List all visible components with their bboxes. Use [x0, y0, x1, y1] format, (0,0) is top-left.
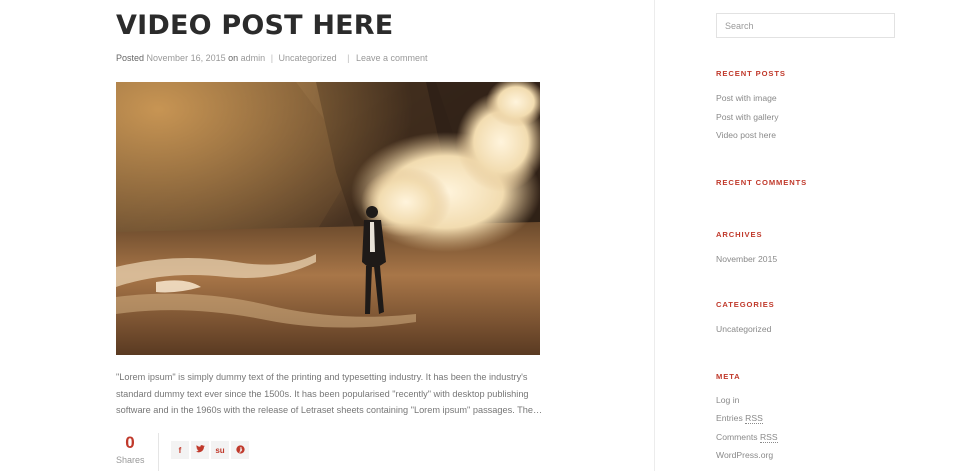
facebook-share-button[interactable]: f	[171, 441, 189, 459]
post-excerpt: "Lorem ipsum" is simply dummy text of th…	[116, 372, 543, 415]
meta-title: META	[716, 372, 741, 381]
twitter-icon	[195, 445, 205, 455]
wordpress-org-link[interactable]: WordPress.org	[716, 450, 773, 460]
twitter-share-button[interactable]	[191, 441, 209, 459]
post-date[interactable]: November 16, 2015	[147, 53, 226, 63]
recent-post-link[interactable]: Post with image	[716, 93, 777, 103]
recent-post-link[interactable]: Post with gallery	[716, 112, 779, 122]
entries-rss-link[interactable]: Entries RSS	[716, 413, 763, 424]
share-label: Shares	[116, 455, 145, 465]
share-divider	[158, 433, 159, 471]
leave-comment-link[interactable]: Leave a comment	[356, 53, 428, 63]
share-count: 0	[125, 433, 135, 452]
meta-separator: |	[270, 53, 274, 63]
search-input[interactable]	[716, 13, 895, 38]
recent-posts-title: RECENT POSTS	[716, 69, 786, 78]
share-box: 0 Shares f su	[116, 433, 256, 471]
sidebar-divider	[654, 0, 655, 471]
entries-label: Entries	[716, 413, 743, 423]
category-link[interactable]: Uncategorized	[716, 324, 771, 334]
post-meta: Posted November 16, 2015 on admin | Unca…	[116, 53, 428, 63]
archive-link[interactable]: November 2015	[716, 254, 777, 264]
category-link[interactable]: Uncategorized	[279, 53, 337, 63]
log-in-link[interactable]: Log in	[716, 395, 739, 405]
stumbleupon-share-button[interactable]: su	[211, 441, 229, 459]
meta-separator: |	[347, 53, 350, 63]
stumbleupon-icon: su	[215, 445, 225, 455]
rss-abbr: RSS	[745, 413, 763, 424]
facebook-icon: f	[178, 445, 182, 455]
categories-title: CATEGORIES	[716, 300, 775, 309]
share-buttons: f su	[171, 441, 249, 459]
comments-label: Comments	[716, 432, 758, 442]
rss-abbr: RSS	[759, 432, 778, 443]
author-link[interactable]: admin	[241, 53, 266, 63]
recent-comments-title: RECENT COMMENTS	[716, 178, 808, 187]
pinterest-share-button[interactable]	[231, 441, 249, 459]
pinterest-icon	[235, 444, 245, 456]
on-label: on	[228, 53, 239, 63]
comments-rss-link[interactable]: Comments RSS	[716, 432, 778, 443]
archives-title: ARCHIVES	[716, 230, 763, 239]
featured-image[interactable]	[116, 82, 540, 355]
post-title: VIDEO POST HERE	[116, 10, 394, 41]
recent-post-link[interactable]: Video post here	[716, 130, 776, 140]
posted-label: Posted	[116, 53, 145, 63]
beach-smoke-photo	[116, 82, 540, 355]
